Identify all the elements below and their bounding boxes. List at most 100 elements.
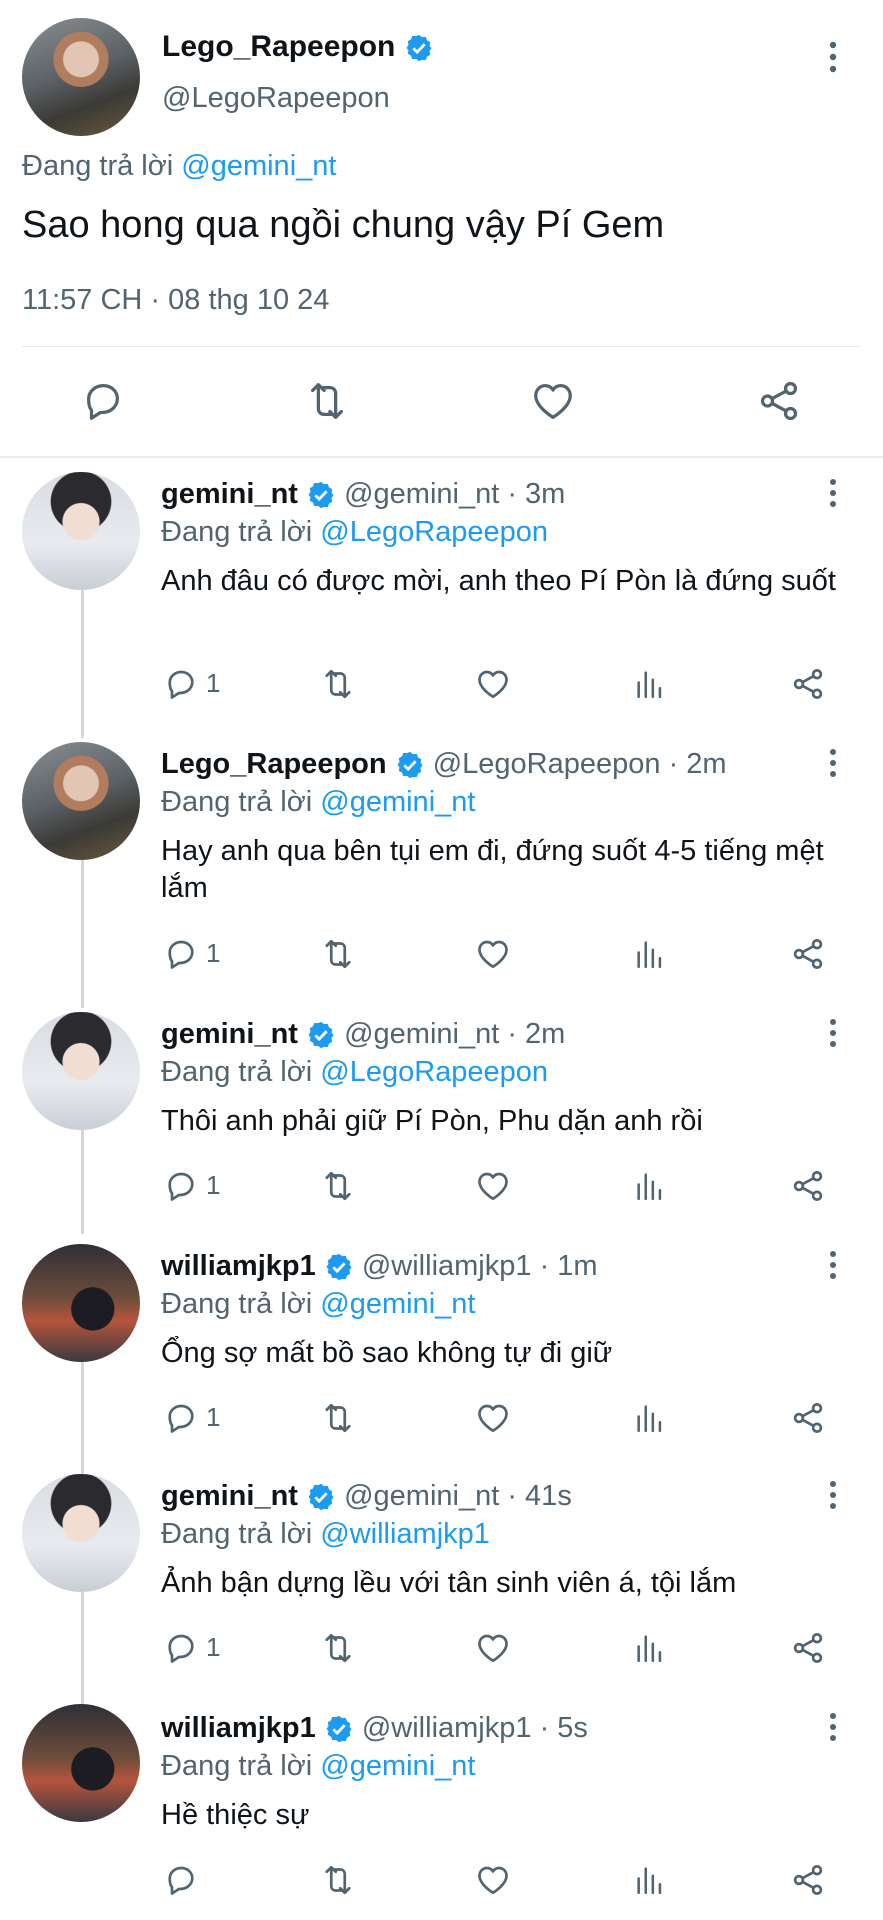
reply-icon[interactable] [163, 1630, 199, 1666]
thread-line [81, 590, 84, 738]
display-name[interactable]: williamjkp1 [161, 1712, 316, 1744]
views-icon[interactable] [633, 1630, 667, 1666]
reply-to-link[interactable]: @gemini_nt [320, 786, 475, 818]
retweet-icon[interactable] [319, 666, 357, 702]
reply-to-link[interactable]: @gemini_nt [320, 1750, 475, 1782]
views-icon[interactable] [633, 1168, 667, 1204]
retweet-icon[interactable] [319, 1400, 357, 1436]
divider [22, 346, 861, 347]
retweet-icon[interactable] [319, 1168, 357, 1204]
main-tweet-handle: @LegoRapeepon [162, 82, 390, 114]
verified-badge-icon [326, 1716, 352, 1743]
like-icon[interactable] [475, 1400, 511, 1436]
reply-text: Hay anh qua bên tụi em đi, đứng suốt 4-5… [161, 835, 824, 904]
verified-badge-icon [308, 1022, 334, 1049]
display-name[interactable]: williamjkp1 [161, 1250, 316, 1282]
share-icon[interactable] [790, 1400, 826, 1436]
reply-prefix: Đang trả lời [22, 150, 174, 182]
more-icon[interactable] [826, 40, 840, 74]
main-tweet-timestamp[interactable]: 11:57 CH · 08 thg 10 24 [22, 284, 329, 317]
thread-line [81, 1592, 84, 1704]
like-icon[interactable] [475, 1168, 511, 1204]
avatar[interactable] [22, 742, 140, 860]
views-icon[interactable] [633, 1862, 667, 1898]
reply-context: Đang trả lời @LegoRapeepon [161, 1056, 548, 1089]
reply-icon[interactable] [163, 1168, 199, 1204]
handle: @gemini_nt [344, 1018, 500, 1050]
retweet-icon[interactable] [319, 1862, 357, 1898]
time-ago: · 1m [539, 1250, 598, 1282]
retweet-icon[interactable] [304, 378, 350, 424]
main-tweet-display-name: Lego_Rapeepon [162, 30, 396, 63]
display-name[interactable]: gemini_nt [161, 1480, 298, 1512]
more-icon[interactable] [826, 1250, 840, 1280]
views-icon[interactable] [633, 936, 667, 972]
reply-prefix: Đang trả lời [161, 516, 313, 548]
handle: @LegoRapeepon [432, 748, 661, 780]
reply-header: Lego_Rapeepon @LegoRapeepon · 2m [161, 748, 727, 781]
reply-prefix: Đang trả lời [161, 786, 313, 818]
reply-header: gemini_nt @gemini_nt · 2m [161, 1018, 565, 1051]
display-name[interactable]: Lego_Rapeepon [161, 748, 387, 780]
views-icon[interactable] [633, 666, 667, 702]
section-divider [0, 456, 883, 458]
thread-line [81, 1130, 84, 1234]
reply-icon[interactable] [163, 936, 199, 972]
reply-icon[interactable] [80, 378, 126, 424]
thread-line [81, 1362, 84, 1474]
reply-text: Anh đâu có được mời, anh theo Pí Pòn là … [161, 565, 836, 597]
like-icon[interactable] [475, 1630, 511, 1666]
handle: @williamjkp1 [361, 1712, 532, 1744]
reply-prefix: Đang trả lời [161, 1056, 313, 1088]
reply-prefix: Đang trả lời [161, 1750, 313, 1782]
retweet-icon[interactable] [319, 936, 357, 972]
reply-prefix: Đang trả lời [161, 1518, 313, 1550]
share-icon[interactable] [790, 1168, 826, 1204]
avatar[interactable] [22, 1704, 140, 1822]
thread-line [81, 860, 84, 1008]
like-icon[interactable] [475, 1862, 511, 1898]
reply-text: Thôi anh phải giữ Pí Pòn, Phu dặn anh rồ… [161, 1105, 703, 1137]
share-icon[interactable] [756, 378, 802, 424]
more-icon[interactable] [826, 478, 840, 508]
handle: @gemini_nt [344, 478, 500, 510]
like-icon[interactable] [475, 666, 511, 702]
share-icon[interactable] [790, 1862, 826, 1898]
reply-to-link[interactable]: @LegoRapeepon [320, 516, 548, 548]
verified-badge-icon [397, 752, 423, 779]
reply-header: gemini_nt @gemini_nt · 3m [161, 478, 565, 511]
more-icon[interactable] [826, 1712, 840, 1742]
reply-to-link[interactable]: @LegoRapeepon [320, 1056, 548, 1088]
reply-header: williamjkp1 @williamjkp1 · 5s [161, 1712, 588, 1745]
reply-icon[interactable] [163, 1862, 199, 1898]
share-icon[interactable] [790, 666, 826, 702]
reply-context: Đang trả lời @williamjkp1 [161, 1518, 490, 1551]
verified-badge-icon [406, 34, 432, 62]
reply-to-link[interactable]: @williamjkp1 [320, 1518, 490, 1550]
reply-icon[interactable] [163, 666, 199, 702]
reply-count: 1 [206, 1170, 221, 1200]
reply-icon[interactable] [163, 1400, 199, 1436]
reply-to-link[interactable]: @gemini_nt [181, 150, 336, 182]
like-icon[interactable] [475, 936, 511, 972]
avatar[interactable] [22, 1012, 140, 1130]
share-icon[interactable] [790, 1630, 826, 1666]
avatar[interactable] [22, 472, 140, 590]
reply-header: gemini_nt @gemini_nt · 41s [161, 1480, 572, 1513]
display-name[interactable]: gemini_nt [161, 1018, 298, 1050]
main-tweet-avatar[interactable] [22, 18, 140, 136]
main-tweet-author[interactable]: Lego_Rapeepon [162, 30, 434, 64]
display-name[interactable]: gemini_nt [161, 478, 298, 510]
more-icon[interactable] [826, 1018, 840, 1048]
avatar[interactable] [22, 1474, 140, 1592]
share-icon[interactable] [790, 936, 826, 972]
more-icon[interactable] [826, 748, 840, 778]
like-icon[interactable] [530, 378, 576, 424]
more-icon[interactable] [826, 1480, 840, 1510]
verified-badge-icon [326, 1254, 352, 1281]
reply-to-link[interactable]: @gemini_nt [320, 1288, 475, 1320]
time-ago: · 5s [539, 1712, 588, 1744]
views-icon[interactable] [633, 1400, 667, 1436]
retweet-icon[interactable] [319, 1630, 357, 1666]
avatar[interactable] [22, 1244, 140, 1362]
